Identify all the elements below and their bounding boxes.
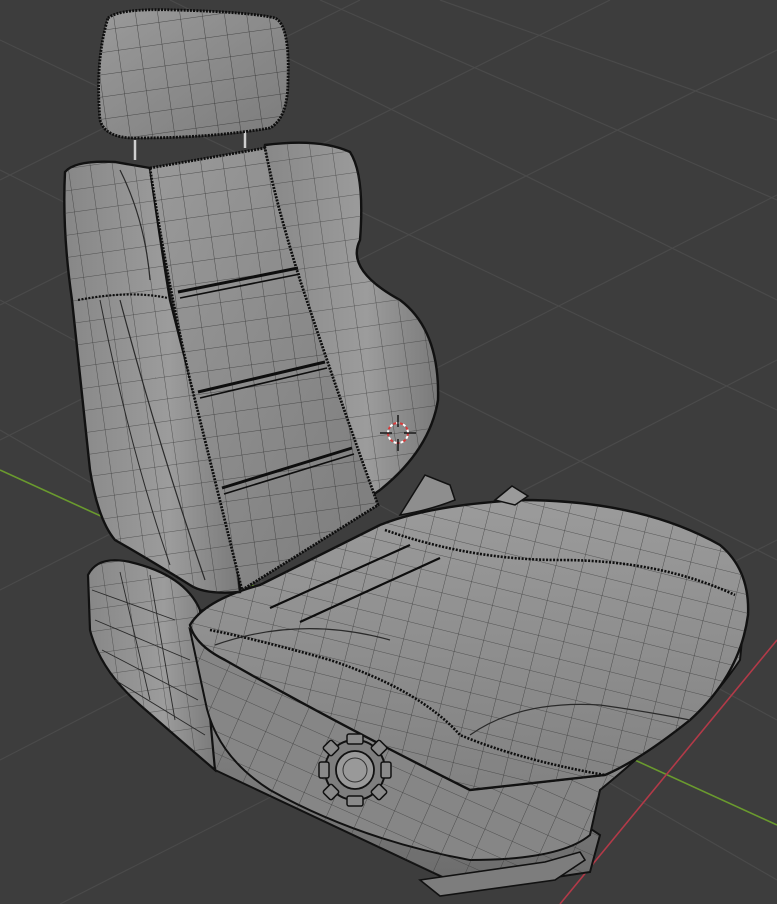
3d-viewport[interactable] — [0, 0, 777, 904]
recline-knob — [318, 733, 392, 807]
